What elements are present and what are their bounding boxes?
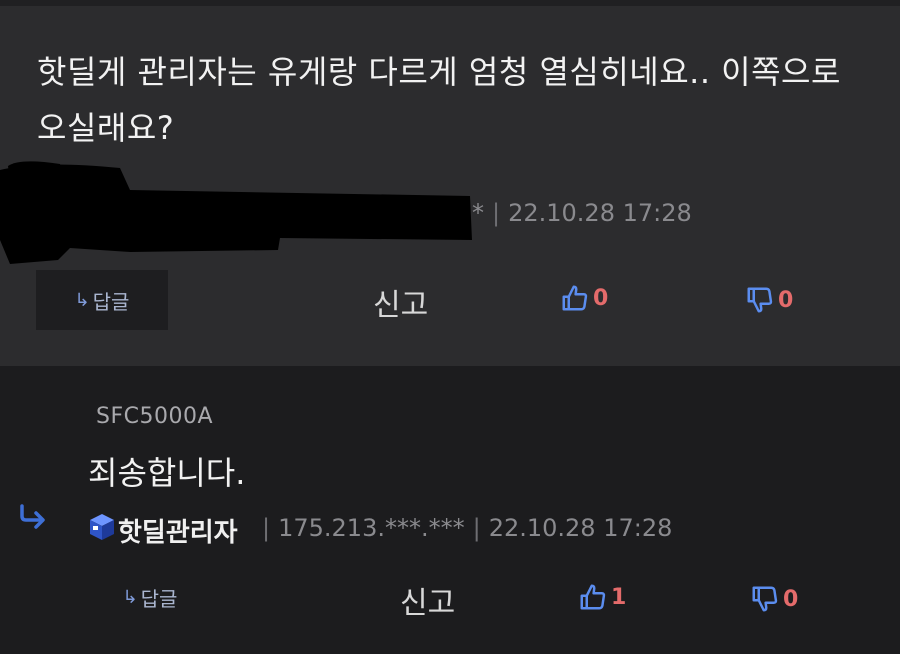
reply-arrow-icon: ↳ — [74, 289, 90, 311]
dislike-count: 0 — [783, 586, 799, 612]
dislike-button[interactable]: 0 — [750, 584, 798, 614]
meta-separator: | — [262, 514, 271, 542]
manager-cube-icon — [90, 514, 114, 540]
reply-mention: SFC5000A — [96, 404, 214, 429]
redacted-author-mark — [0, 161, 472, 264]
meta-separator: | — [472, 514, 481, 542]
dislike-count: 0 — [778, 287, 794, 313]
divider — [0, 0, 900, 6]
thumbs-down-icon — [747, 287, 773, 313]
report-button[interactable]: 신고 — [373, 280, 428, 324]
meta-separator: | — [492, 199, 501, 227]
reply-button-label: 답글 — [140, 586, 178, 611]
report-button[interactable]: 신고 — [400, 578, 455, 622]
reply-date: 22.10.28 17:28 — [488, 514, 673, 542]
reply-author-name[interactable]: 핫딜관리자 — [118, 512, 238, 549]
reply-meta: | 175.213.***.*** | 22.10.28 17:28 — [262, 514, 672, 542]
reply-button[interactable]: ↳ 답글 — [100, 574, 200, 620]
like-button[interactable]: 0 — [560, 283, 608, 313]
reply-arrow-icon — [20, 504, 45, 529]
thumbs-up-icon — [580, 584, 606, 610]
comment-card-1: 핫딜게 관리자는 유게랑 다르게 엄청 열심히네요.. 이쪽으로 오실래요? *… — [0, 0, 900, 366]
dislike-button[interactable]: 0 — [745, 285, 793, 315]
comment-date: 22.10.28 17:28 — [508, 199, 692, 227]
reply-button-label: 답글 — [92, 289, 130, 314]
reply-comment-text: 죄송합니다. — [88, 454, 246, 492]
thumbs-up-icon — [562, 285, 588, 311]
comment-meta: * | 22.10.28 17:28 — [472, 199, 692, 227]
author-tail: * — [472, 199, 484, 227]
reply-ip: 175.213.***.*** — [278, 514, 465, 542]
like-button[interactable]: 1 — [578, 582, 626, 612]
like-count: 0 — [593, 285, 609, 311]
reply-button[interactable]: ↳ 답글 — [36, 270, 168, 330]
reply-arrow-icon: ↳ — [122, 586, 138, 608]
comment-text: 핫딜게 관리자는 유게랑 다르게 엄청 열심히네요.. 이쪽으로 오실래요? — [37, 53, 841, 147]
thumbs-down-icon — [752, 586, 778, 612]
like-count: 1 — [611, 584, 627, 610]
